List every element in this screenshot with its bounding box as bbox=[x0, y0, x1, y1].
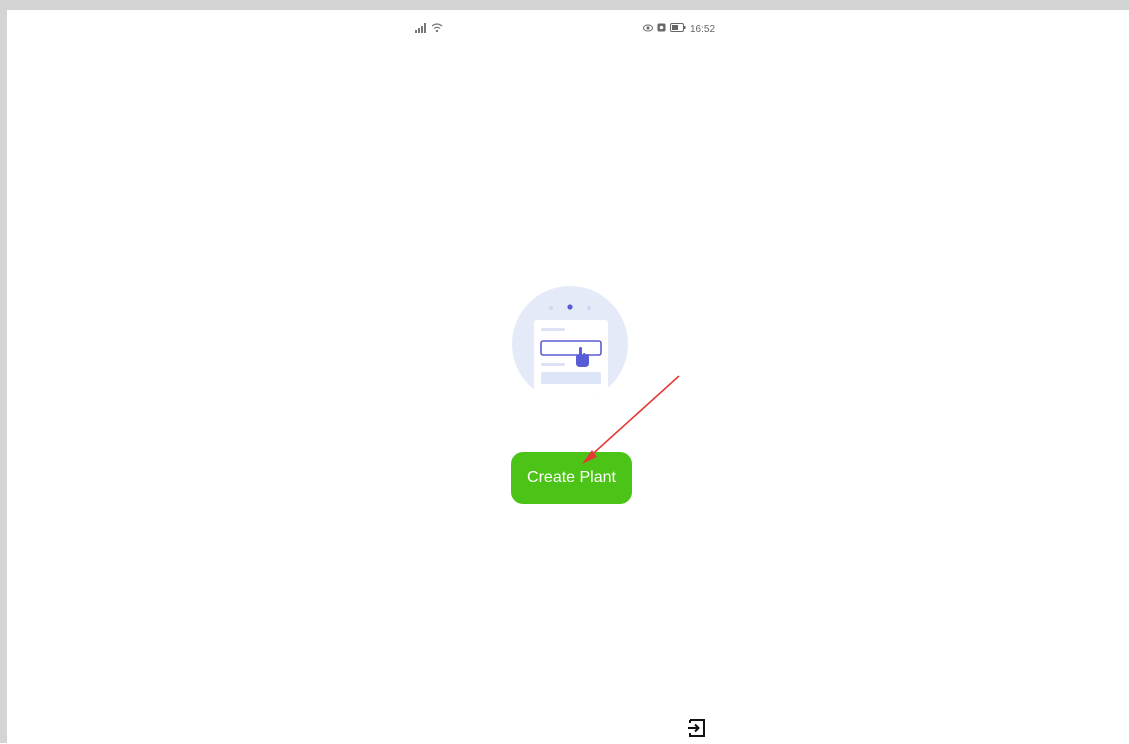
status-bar-left bbox=[415, 22, 443, 36]
window-top-border bbox=[0, 0, 1129, 10]
app-screen: 16:52 Create Plant bbox=[7, 10, 1129, 743]
exit-icon[interactable] bbox=[686, 717, 708, 739]
eye-icon bbox=[643, 24, 653, 35]
status-time: 16:52 bbox=[690, 23, 716, 35]
wifi-icon bbox=[431, 20, 443, 38]
window-left-border bbox=[0, 0, 7, 743]
form-tap-illustration bbox=[510, 286, 636, 402]
create-plant-button[interactable]: Create Plant bbox=[511, 452, 632, 504]
battery-icon bbox=[670, 23, 686, 35]
notification-icon bbox=[657, 23, 666, 35]
status-bar-right: 16:52 bbox=[643, 22, 715, 36]
signal-icon bbox=[415, 20, 427, 38]
